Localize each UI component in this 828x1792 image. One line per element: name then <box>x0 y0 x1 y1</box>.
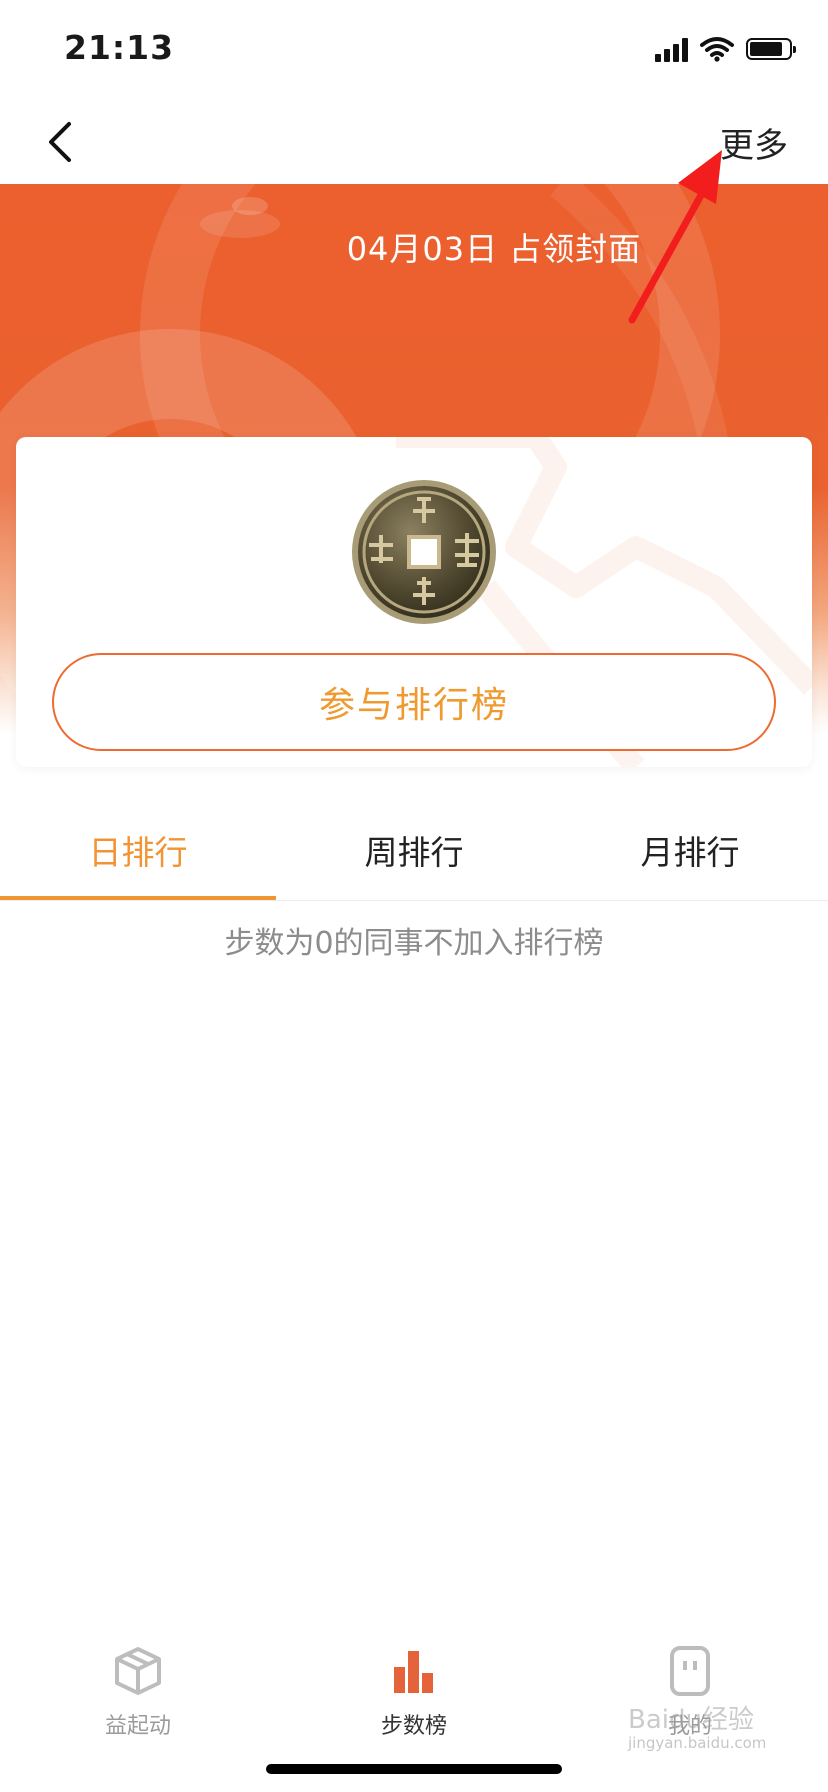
box-icon <box>111 1644 165 1698</box>
status-bar: 21:13 <box>0 0 828 100</box>
tab-monthly[interactable]: 月排行 <box>552 800 828 900</box>
tabbar-label: 益起动 <box>104 1714 171 1739</box>
battery-icon <box>746 38 796 60</box>
status-icons <box>655 34 796 64</box>
baidu-watermark: Baidu经验 jingyan.baidu.com <box>628 1706 766 1751</box>
more-button[interactable]: 更多 <box>720 118 788 167</box>
coin-icon <box>352 480 496 624</box>
tab-weekly[interactable]: 周排行 <box>276 800 552 900</box>
tabbar-label: 步数榜 <box>380 1714 447 1739</box>
bar-chart-icon <box>387 1644 441 1698</box>
home-indicator <box>266 1764 562 1774</box>
cellular-signal-icon <box>655 36 688 62</box>
tabbar-item-yiqidong[interactable]: 益起动 <box>38 1644 238 1764</box>
leaderboard-card: 参与排行榜 <box>16 437 812 767</box>
hero-title: 04月03日 占领封面 <box>346 230 642 268</box>
navigation-bar: 更多 <box>0 100 828 184</box>
wifi-icon <box>700 37 734 62</box>
tabbar-item-steps-rank[interactable]: 步数榜 <box>314 1644 514 1764</box>
back-button[interactable] <box>30 112 90 172</box>
status-time: 21:13 <box>64 28 175 67</box>
watermark-url: jingyan.baidu.com <box>628 1733 767 1752</box>
empty-state-hint: 步数为0的同事不加入排行榜 <box>224 926 604 961</box>
tab-daily[interactable]: 日排行 <box>0 800 276 900</box>
ranking-tabs: 日排行 周排行 月排行 <box>0 800 828 901</box>
join-leaderboard-button[interactable]: 参与排行榜 <box>52 653 776 751</box>
chevron-left-icon <box>49 122 71 162</box>
tab-active-indicator <box>0 896 276 900</box>
watermark-brand: Baidu经验 <box>628 1705 754 1735</box>
profile-icon <box>663 1644 717 1698</box>
